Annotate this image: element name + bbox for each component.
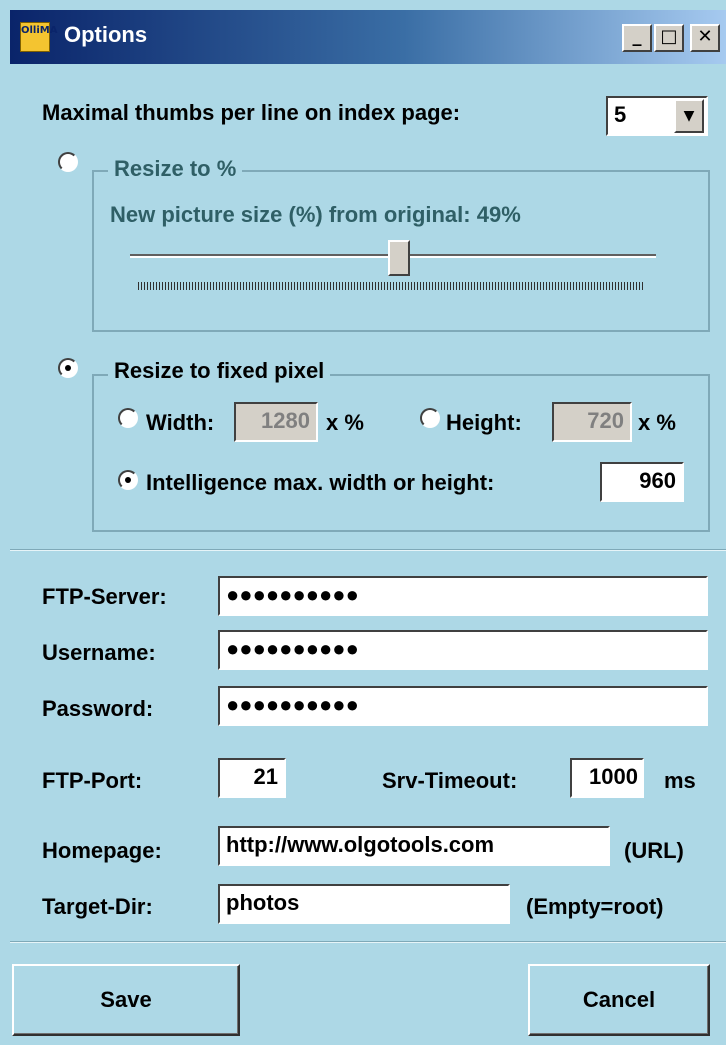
app-icon: OlliMA <box>20 22 57 52</box>
ftp-server-field[interactable]: ●●●●●●●●●● <box>218 576 708 616</box>
options-window: OlliMA Options _ □ ✕ Maximal thumbs per … <box>0 0 726 1045</box>
resize-percent-label-prefix: New picture size (%) from original: <box>110 202 471 227</box>
resize-fixed-title: Resize to fixed pixel <box>108 358 331 384</box>
target-dir-hint: (Empty=root) <box>526 894 664 919</box>
target-dir-label: Target-Dir: <box>42 894 153 919</box>
timeout-label: Srv-Timeout: <box>382 768 518 793</box>
resize-percent-value: 49% <box>476 202 521 227</box>
username-label: Username: <box>42 640 156 665</box>
width-label: Width: <box>146 410 215 435</box>
height-radio[interactable] <box>420 408 440 428</box>
ftp-port-field[interactable]: 21 <box>218 758 286 798</box>
password-label: Password: <box>42 696 154 721</box>
title-bar[interactable]: OlliMA Options _ □ ✕ <box>10 10 726 64</box>
username-field[interactable]: ●●●●●●●●●● <box>218 630 708 670</box>
chevron-down-icon[interactable]: ▼ <box>674 99 704 133</box>
intelligence-radio[interactable] <box>118 470 138 490</box>
ftp-server-label: FTP-Server: <box>42 584 167 609</box>
intelligence-field[interactable]: 960 <box>600 462 684 502</box>
resize-fixed-radio[interactable] <box>58 358 78 378</box>
thumbs-label: Maximal thumbs per line on index page: <box>42 100 461 125</box>
save-button[interactable]: Save <box>12 964 240 1036</box>
minimize-button[interactable]: _ <box>622 24 652 52</box>
intelligence-label: Intelligence max. width or height: <box>146 470 495 495</box>
timeout-unit: ms <box>664 768 696 793</box>
ftp-port-label: FTP-Port: <box>42 768 143 793</box>
width-field[interactable]: 1280 <box>234 402 318 442</box>
cancel-button[interactable]: Cancel <box>528 964 710 1036</box>
width-radio[interactable] <box>118 408 138 428</box>
height-unit: x % <box>638 410 676 435</box>
separator <box>10 549 726 551</box>
homepage-label: Homepage: <box>42 838 162 863</box>
timeout-field[interactable]: 1000 <box>570 758 644 798</box>
maximize-button[interactable]: □ <box>654 24 684 52</box>
homepage-hint: (URL) <box>624 838 684 863</box>
resize-percent-label: New picture size (%) from original: 49% <box>110 202 521 228</box>
separator-bottom <box>10 941 726 943</box>
password-field[interactable]: ●●●●●●●●●● <box>218 686 708 726</box>
height-label: Height: <box>446 410 522 435</box>
thumbs-value: 5 <box>614 102 627 127</box>
homepage-field[interactable]: http://www.olgotools.com <box>218 826 610 866</box>
resize-fixed-group <box>92 374 710 532</box>
slider-thumb[interactable] <box>388 240 410 276</box>
close-button[interactable]: ✕ <box>690 24 720 52</box>
window-title: Options <box>64 22 148 47</box>
resize-percent-title: Resize to % <box>108 156 243 182</box>
resize-percent-radio[interactable] <box>58 152 78 172</box>
target-dir-field[interactable]: photos <box>218 884 510 924</box>
slider-ticks <box>138 282 644 290</box>
width-unit: x % <box>326 410 364 435</box>
height-field[interactable]: 720 <box>552 402 632 442</box>
